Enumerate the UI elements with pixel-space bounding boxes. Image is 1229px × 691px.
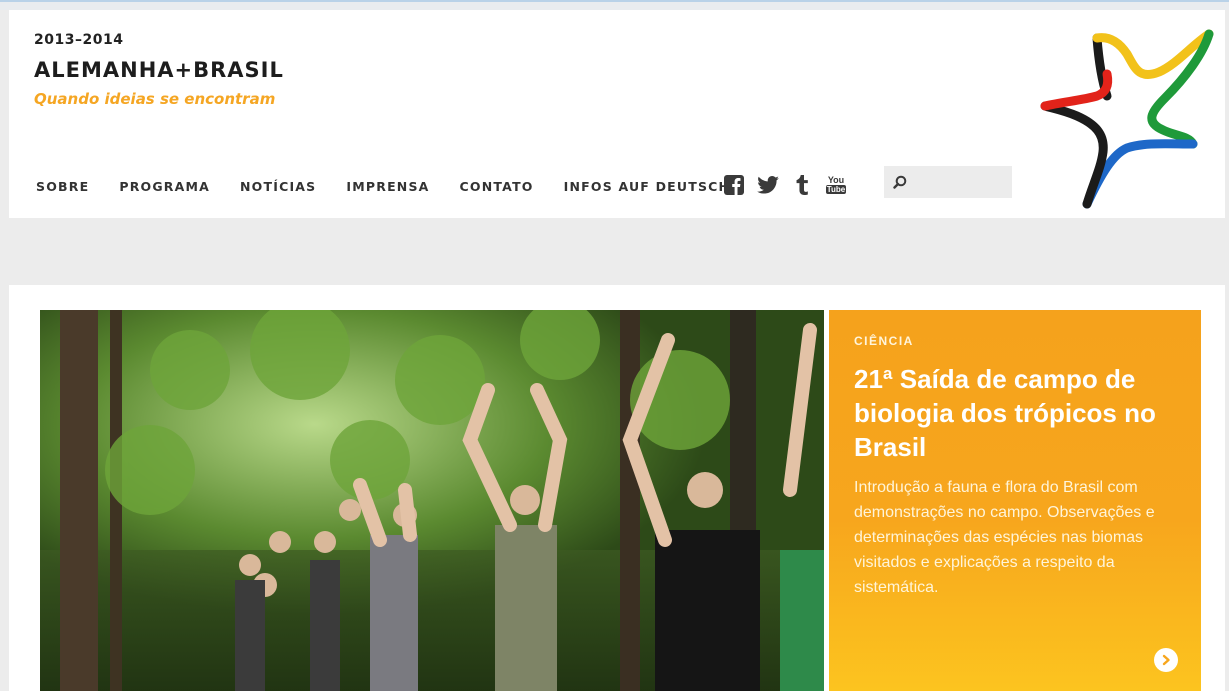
nav-item-contato[interactable]: CONTATO	[460, 179, 534, 194]
nav-item-programa[interactable]: PROGRAMA	[119, 179, 210, 194]
photo-icon	[40, 310, 824, 691]
feature-title[interactable]: 21ª Saída de campo de biologia dos trópi…	[854, 362, 1184, 464]
site-header: 2013–2014 ALEMANHA+BRASIL Quando ideias …	[9, 10, 1225, 218]
youtube-top-text: You	[827, 175, 845, 185]
twitter-icon[interactable]	[757, 174, 779, 196]
site-logo-text[interactable]: ALEMANHA+BRASIL	[34, 58, 284, 82]
feature-card[interactable]: CIÊNCIA 21ª Saída de campo de biologia d…	[829, 310, 1201, 691]
social-links: You Tube	[723, 174, 859, 196]
feature-category[interactable]: CIÊNCIA	[854, 334, 914, 348]
browser-top-edge	[0, 0, 1229, 10]
hero-photo[interactable]	[40, 310, 824, 691]
nav-item-sobre[interactable]: SOBRE	[36, 179, 89, 194]
grey-band	[9, 218, 1225, 285]
tagline: Quando ideias se encontram	[34, 90, 276, 108]
tumblr-icon[interactable]	[791, 174, 813, 196]
nav-item-imprensa[interactable]: IMPRENSA	[346, 179, 429, 194]
chevron-right-icon[interactable]	[1154, 648, 1178, 672]
youtube-icon[interactable]: You Tube	[825, 174, 847, 196]
page: 2013–2014 ALEMANHA+BRASIL Quando ideias …	[9, 10, 1225, 691]
search-icon[interactable]	[893, 175, 907, 194]
search-box	[884, 166, 1012, 198]
main-nav: SOBRE PROGRAMA NOTÍCIAS IMPRENSA CONTATO…	[36, 176, 730, 196]
nav-item-noticias[interactable]: NOTÍCIAS	[240, 179, 316, 194]
search-input[interactable]	[912, 172, 1010, 194]
star-logo-icon[interactable]	[1039, 24, 1214, 215]
years-label: 2013–2014	[34, 32, 124, 48]
nav-item-infos-auf-deutsch[interactable]: INFOS AUF DEUTSCH	[564, 179, 731, 194]
featured-section: CIÊNCIA 21ª Saída de campo de biologia d…	[9, 285, 1225, 691]
feature-description: Introdução a fauna e flora do Brasil com…	[854, 479, 1155, 596]
youtube-bottom-text: Tube	[825, 185, 847, 194]
facebook-icon[interactable]	[723, 174, 745, 196]
